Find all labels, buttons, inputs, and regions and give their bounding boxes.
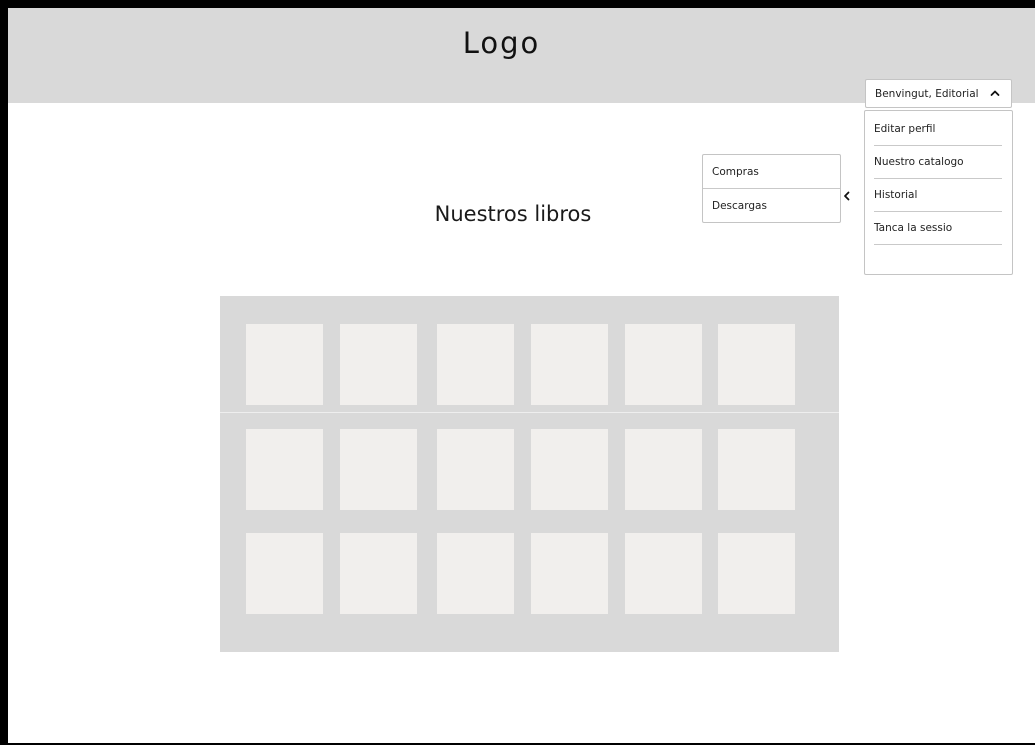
menu-item-editar-perfil[interactable]: Editar perfil [874, 113, 1002, 146]
book-card[interactable] [437, 429, 514, 510]
book-grid [220, 296, 839, 652]
book-card[interactable] [340, 324, 417, 405]
side-item-descargas[interactable]: Descargas [703, 189, 840, 223]
book-card[interactable] [531, 324, 608, 405]
menu-item-nuestro-catalogo[interactable]: Nuestro catalogo [874, 146, 1002, 179]
side-item-compras[interactable]: Compras [703, 155, 840, 189]
app-frame: Logo Nuestros libros Benvingut, Editoria… [8, 8, 1035, 743]
book-card[interactable] [246, 429, 323, 510]
book-card[interactable] [246, 324, 323, 405]
user-dropdown-menu: Editar perfil Nuestro catalogo Historial… [864, 110, 1013, 275]
logo[interactable]: Logo [8, 26, 1035, 60]
page-title: Nuestros libros [434, 202, 592, 226]
chevron-up-icon [990, 90, 1000, 96]
book-card[interactable] [531, 533, 608, 614]
book-card[interactable] [718, 324, 795, 405]
book-card[interactable] [437, 324, 514, 405]
side-panel: Compras Descargas [702, 154, 841, 223]
book-card[interactable] [531, 429, 608, 510]
menu-item-historial[interactable]: Historial [874, 179, 1002, 212]
book-card[interactable] [625, 533, 702, 614]
user-menu-toggle[interactable]: Benvingut, Editorial [865, 79, 1012, 108]
book-card[interactable] [625, 429, 702, 510]
user-greeting: Benvingut, Editorial [875, 87, 979, 100]
book-card[interactable] [340, 429, 417, 510]
grid-divider [220, 412, 839, 413]
book-card[interactable] [246, 533, 323, 614]
book-card[interactable] [437, 533, 514, 614]
chevron-left-icon[interactable] [842, 189, 852, 203]
book-card[interactable] [625, 324, 702, 405]
menu-item-tanca-la-sessio[interactable]: Tanca la sessio [874, 212, 1002, 245]
book-card[interactable] [718, 533, 795, 614]
book-card[interactable] [718, 429, 795, 510]
book-card[interactable] [340, 533, 417, 614]
